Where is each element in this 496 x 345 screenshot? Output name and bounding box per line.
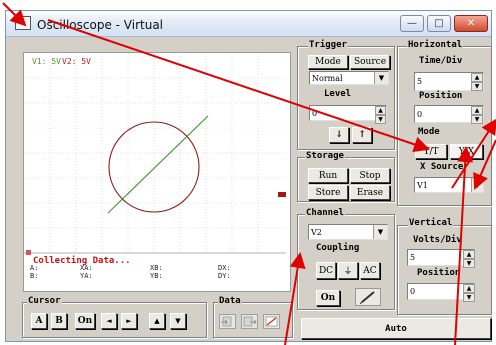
annotation-arrow — [284, 252, 306, 345]
annotation-arrow — [47, 19, 430, 153]
annotation-arrows — [2, 2, 496, 345]
annotation-arrow — [454, 146, 474, 345]
annotation-arrow — [2, 2, 27, 27]
